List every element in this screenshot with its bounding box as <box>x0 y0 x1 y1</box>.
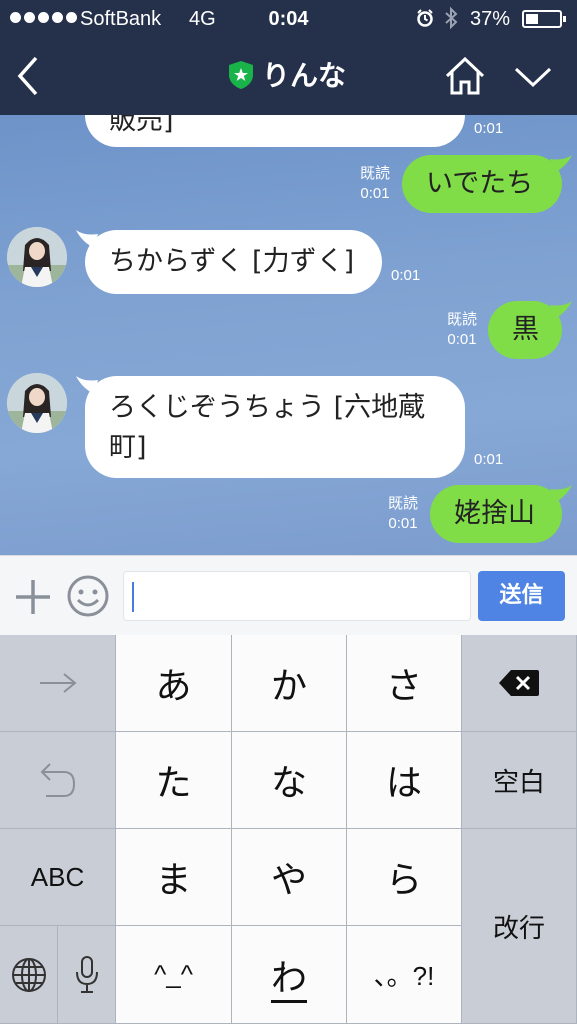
bubble-tail <box>550 301 572 319</box>
battery-percent: 37% <box>470 8 511 30</box>
key-enter[interactable]: 改行 <box>462 829 577 1024</box>
message-meta: 既読 0:01 <box>382 494 424 534</box>
chat-title: りんな <box>262 59 347 92</box>
message-meta: 既読 0:01 <box>354 164 396 204</box>
avatar-image <box>7 373 67 433</box>
message-bubble-incoming[interactable]: 販売] <box>85 115 465 147</box>
battery-icon <box>522 10 566 28</box>
key-ra[interactable]: ら <box>347 829 462 926</box>
read-receipt: 既読 <box>387 495 418 512</box>
message-meta: 既読 0:01 <box>441 310 483 350</box>
key-ta[interactable]: た <box>116 732 232 829</box>
arrow-right-icon <box>39 673 77 693</box>
key-space[interactable]: 空白 <box>462 732 577 829</box>
key-globe[interactable] <box>0 926 58 1024</box>
key-kaomoji[interactable]: ^_^ <box>116 926 232 1024</box>
message-text: 姥捨山 <box>454 498 535 529</box>
key-ka[interactable]: か <box>232 635 347 732</box>
message-time: 0:01 <box>360 185 390 202</box>
message-bubble-incoming[interactable]: ろくじぞうちょう [六地蔵 町] <box>85 376 465 478</box>
microphone-icon <box>75 955 98 993</box>
message-bubble-incoming[interactable]: ちからずく [力ずく] <box>85 230 382 294</box>
avatar-image <box>7 227 67 287</box>
chevron-down-icon[interactable] <box>512 64 554 90</box>
key-ma[interactable]: ま <box>116 829 232 926</box>
key-undo[interactable] <box>0 732 116 829</box>
message-input[interactable] <box>123 571 471 621</box>
avatar[interactable] <box>7 373 67 433</box>
sticker-smile-icon[interactable] <box>66 574 110 618</box>
message-bubble-outgoing[interactable]: 姥捨山 <box>430 485 562 543</box>
key-ha[interactable]: は <box>347 732 462 829</box>
message-input-bar: 送信 <box>0 555 577 635</box>
bubble-tail <box>550 485 572 503</box>
keyboard: あ か さ た な は 空白 ABC ま や ら 改行 ^_^ わ 、。?! <box>0 635 577 1024</box>
message-text: いでたち <box>426 168 534 199</box>
top-bar: SoftBank 4G 0:04 37% りんな <box>0 0 577 115</box>
undo-icon <box>40 763 75 797</box>
nav-bar: りんな <box>0 38 577 115</box>
message-text: 販売] <box>109 115 174 136</box>
message-text: 黒 <box>512 314 539 345</box>
message-text: ちからずく [力ずく] <box>109 246 355 277</box>
status-bar: SoftBank 4G 0:04 37% <box>0 0 577 38</box>
key-wa[interactable]: わ <box>232 926 347 1024</box>
key-sa[interactable]: さ <box>347 635 462 732</box>
home-icon[interactable] <box>444 56 486 96</box>
alarm-icon <box>417 9 433 27</box>
read-receipt: 既読 <box>359 165 390 182</box>
key-backspace[interactable] <box>462 635 577 732</box>
message-text-line2: 町] <box>109 432 147 463</box>
key-ya[interactable]: や <box>232 829 347 926</box>
bluetooth-icon <box>445 6 458 30</box>
key-punctuation[interactable]: 、。?! <box>347 926 462 1024</box>
key-a[interactable]: あ <box>116 635 232 732</box>
read-receipt: 既読 <box>446 311 477 328</box>
message-time: 0:01 <box>388 515 418 532</box>
key-na[interactable]: な <box>232 732 347 829</box>
avatar[interactable] <box>7 227 67 287</box>
bubble-tail <box>550 155 572 173</box>
backspace-icon <box>499 670 539 696</box>
message-time: 0:01 <box>391 267 421 284</box>
back-icon[interactable] <box>12 54 42 98</box>
message-time: 0:01 <box>447 331 477 348</box>
message-time: 0:01 <box>474 451 504 468</box>
official-shield-icon <box>229 61 253 89</box>
key-mic[interactable] <box>58 926 116 1024</box>
message-time: 0:01 <box>474 120 504 137</box>
message-text: ろくじぞうちょう [六地蔵 <box>109 392 426 423</box>
chat-area[interactable]: 販売] 0:01 既読 0:01 いでたち ちからずく [力ずく] 0:01 既… <box>0 115 577 555</box>
text-caret <box>132 582 134 612</box>
message-bubble-outgoing[interactable]: いでたち <box>402 155 562 213</box>
key-abc[interactable]: ABC <box>0 829 116 926</box>
globe-icon <box>11 957 46 992</box>
key-arrow-right[interactable] <box>0 635 116 732</box>
plus-icon[interactable] <box>14 578 52 616</box>
send-button[interactable]: 送信 <box>478 571 565 621</box>
